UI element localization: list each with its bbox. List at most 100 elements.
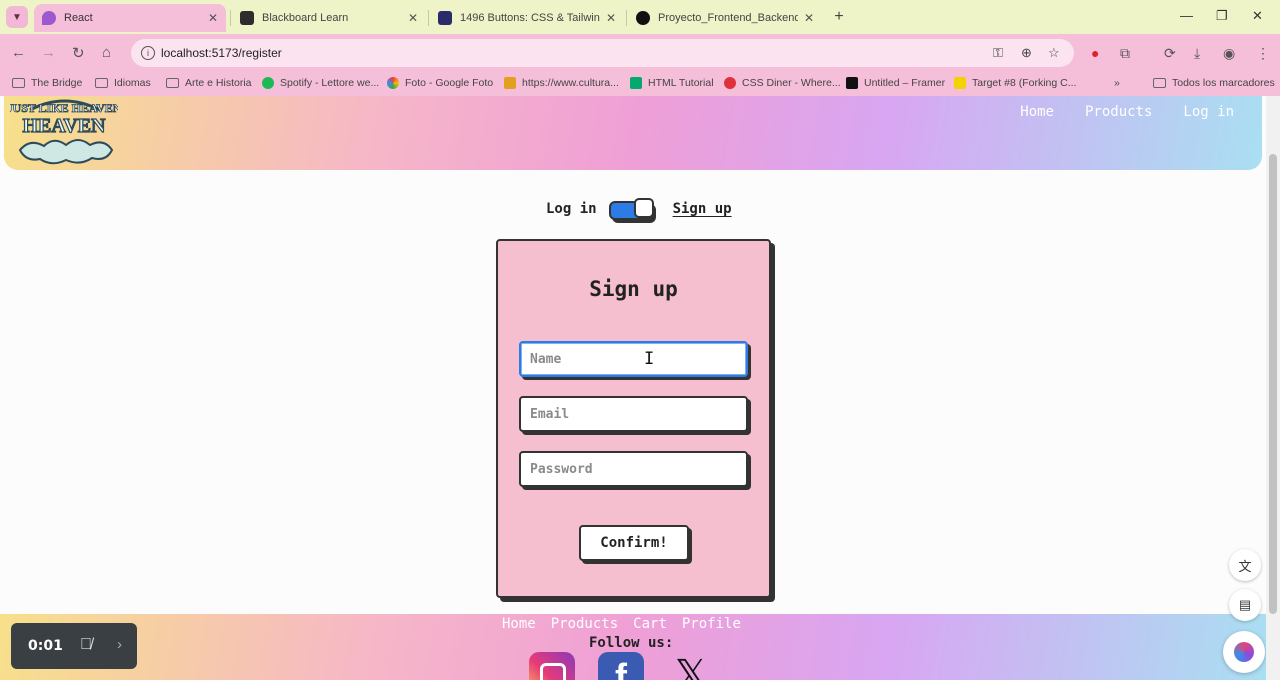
bookmark-item[interactable]: https://www.cultura... [504,77,619,89]
github-icon [636,11,650,25]
instagram-icon[interactable] [529,652,575,680]
w3schools-icon [630,77,642,89]
translate-icon[interactable]: 文 [1229,549,1261,581]
footer-cart-link[interactable]: Cart [633,616,667,632]
scrollbar-thumb[interactable] [1269,154,1277,614]
form-title: Sign up [589,277,678,301]
page-viewport: JUST LIKE HEAVEN HEAVEN Home Products Lo… [0,96,1266,680]
site-header: JUST LIKE HEAVEN HEAVEN Home Products Lo… [4,96,1262,170]
bookmark-item[interactable]: The Bridge [12,77,82,89]
folder-icon [1153,78,1166,88]
switch-knob [633,198,654,218]
new-tab-button[interactable]: + [829,7,849,27]
name-input[interactable] [519,341,748,377]
opera-extension-icon[interactable]: ● [1091,45,1099,61]
tab-title: Blackboard Learn [262,12,349,24]
site-icon [504,77,516,89]
tab-blackboard[interactable]: Blackboard Learn ✕ [232,4,426,32]
minimize-icon[interactable]: — [1180,8,1193,23]
zoom-icon[interactable]: ⊕ [1021,45,1032,61]
reload-icon[interactable]: ↻ [72,44,85,62]
tab-title: 1496 Buttons: CSS & Tailwind [460,12,600,24]
framer-icon [846,77,858,89]
url-text[interactable]: localhost:5173/register [161,46,282,60]
close-window-icon[interactable]: ✕ [1252,8,1263,24]
menu-kebab-icon[interactable]: ⋮ [1256,45,1270,62]
site-footer: Home Products Cart Profile Follow us: f … [0,614,1266,680]
screen-recorder-widget: 0:01 🎙̸ › [11,623,137,669]
sync-icon[interactable]: ⟳ [1164,45,1176,62]
download-icon[interactable]: ⤓ [1194,45,1200,62]
nav-products-link[interactable]: Products [1085,104,1152,120]
bookmark-item[interactable]: HTML Tutorial [630,77,714,89]
close-tab-icon[interactable]: ✕ [208,11,218,25]
profile-avatar-icon[interactable]: ◉ [1223,45,1235,62]
tab-github[interactable]: Proyecto_Frontend_Backend_R... ✕ [628,4,822,32]
vite-icon [42,11,56,25]
all-bookmarks[interactable]: Todos los marcadores [1153,77,1275,89]
footer-nav: Home Products Cart Profile [502,616,741,632]
extensions-icon[interactable]: ⧉ [1120,45,1130,62]
tab-title: Proyecto_Frontend_Backend_R... [658,12,798,24]
password-input[interactable] [519,451,748,487]
auth-mode-switch[interactable] [608,198,655,220]
browser-tab-bar: ▼ React ✕ Blackboard Learn ✕ 1496 Button… [0,0,1280,34]
css-diner-icon [724,77,736,89]
bookmarks-bar: The Bridge Idiomas Arte e Historia Spoti… [0,72,1280,96]
restore-icon[interactable]: ❐ [1216,8,1228,24]
email-input[interactable] [519,396,748,432]
reading-mode-icon[interactable]: ▤ [1229,589,1261,621]
page-scrollbar[interactable] [1266,96,1280,680]
bookmark-item[interactable]: Spotify - Lettore we... [262,77,379,89]
folder-icon [166,78,179,88]
main-nav: Home Products Log in [1020,104,1234,120]
chevron-right-icon[interactable]: › [117,636,122,653]
site-info-icon[interactable]: i [141,46,155,60]
target-icon [954,77,966,89]
x-icon[interactable]: 𝕏 [668,652,714,680]
facebook-icon[interactable]: f [598,652,644,680]
tab-buttons[interactable]: 1496 Buttons: CSS & Tailwind ✕ [430,4,624,32]
bookmark-item[interactable]: Untitled – Framer [846,77,945,89]
tab-title: React [64,12,93,24]
auth-mode-toggle-row: Log in Sign up [546,198,732,220]
uiverse-icon [438,11,452,25]
bookmark-item[interactable]: CSS Diner - Where... [724,77,841,89]
follow-us-label: Follow us: [589,635,674,651]
bookmark-item[interactable]: Idiomas [95,77,151,89]
recording-time: 0:01 [28,638,63,654]
address-bar[interactable]: i localhost:5173/register ⚿ ⊕ ☆ [131,39,1074,67]
toggle-signup-label[interactable]: Sign up [673,201,732,217]
nav-login-link[interactable]: Log in [1183,104,1234,120]
footer-products-link[interactable]: Products [551,616,618,632]
logo-wordmark: JUST LIKE HEAVEN [10,101,118,115]
tab-search-button[interactable]: ▼ [6,6,28,28]
spotify-icon [262,77,274,89]
toggle-login-label[interactable]: Log in [546,201,597,217]
confirm-button[interactable]: Confirm! [579,525,689,561]
close-tab-icon[interactable]: ✕ [408,11,418,25]
nav-home-link[interactable]: Home [1020,104,1054,120]
footer-profile-link[interactable]: Profile [682,616,741,632]
bookmark-item[interactable]: Foto - Google Foto [387,77,493,89]
footer-home-link[interactable]: Home [502,616,536,632]
signup-form-card: Sign up Confirm! [496,239,771,598]
bookmarks-overflow[interactable]: » [1114,77,1120,89]
forward-icon[interactable]: → [41,44,56,61]
assistant-icon[interactable] [1223,631,1265,673]
close-tab-icon[interactable]: ✕ [804,11,814,25]
password-key-icon[interactable]: ⚿ [993,45,1003,61]
tab-react[interactable]: React ✕ [34,4,226,32]
folder-icon [12,78,25,88]
close-tab-icon[interactable]: ✕ [606,11,616,25]
bookmark-star-icon[interactable]: ☆ [1048,45,1060,61]
brand-logo[interactable]: JUST LIKE HEAVEN HEAVEN [10,96,118,168]
bookmark-item[interactable]: Arte e Historia [166,77,252,89]
blackboard-icon [240,11,254,25]
home-icon[interactable]: ⌂ [102,44,111,61]
bookmark-item[interactable]: Target #8 (Forking C... [954,77,1076,89]
google-photos-icon [387,77,399,89]
mic-muted-icon[interactable]: 🎙̸ [80,636,92,654]
svg-text:HEAVEN: HEAVEN [23,115,107,137]
back-icon[interactable]: ← [11,44,26,61]
